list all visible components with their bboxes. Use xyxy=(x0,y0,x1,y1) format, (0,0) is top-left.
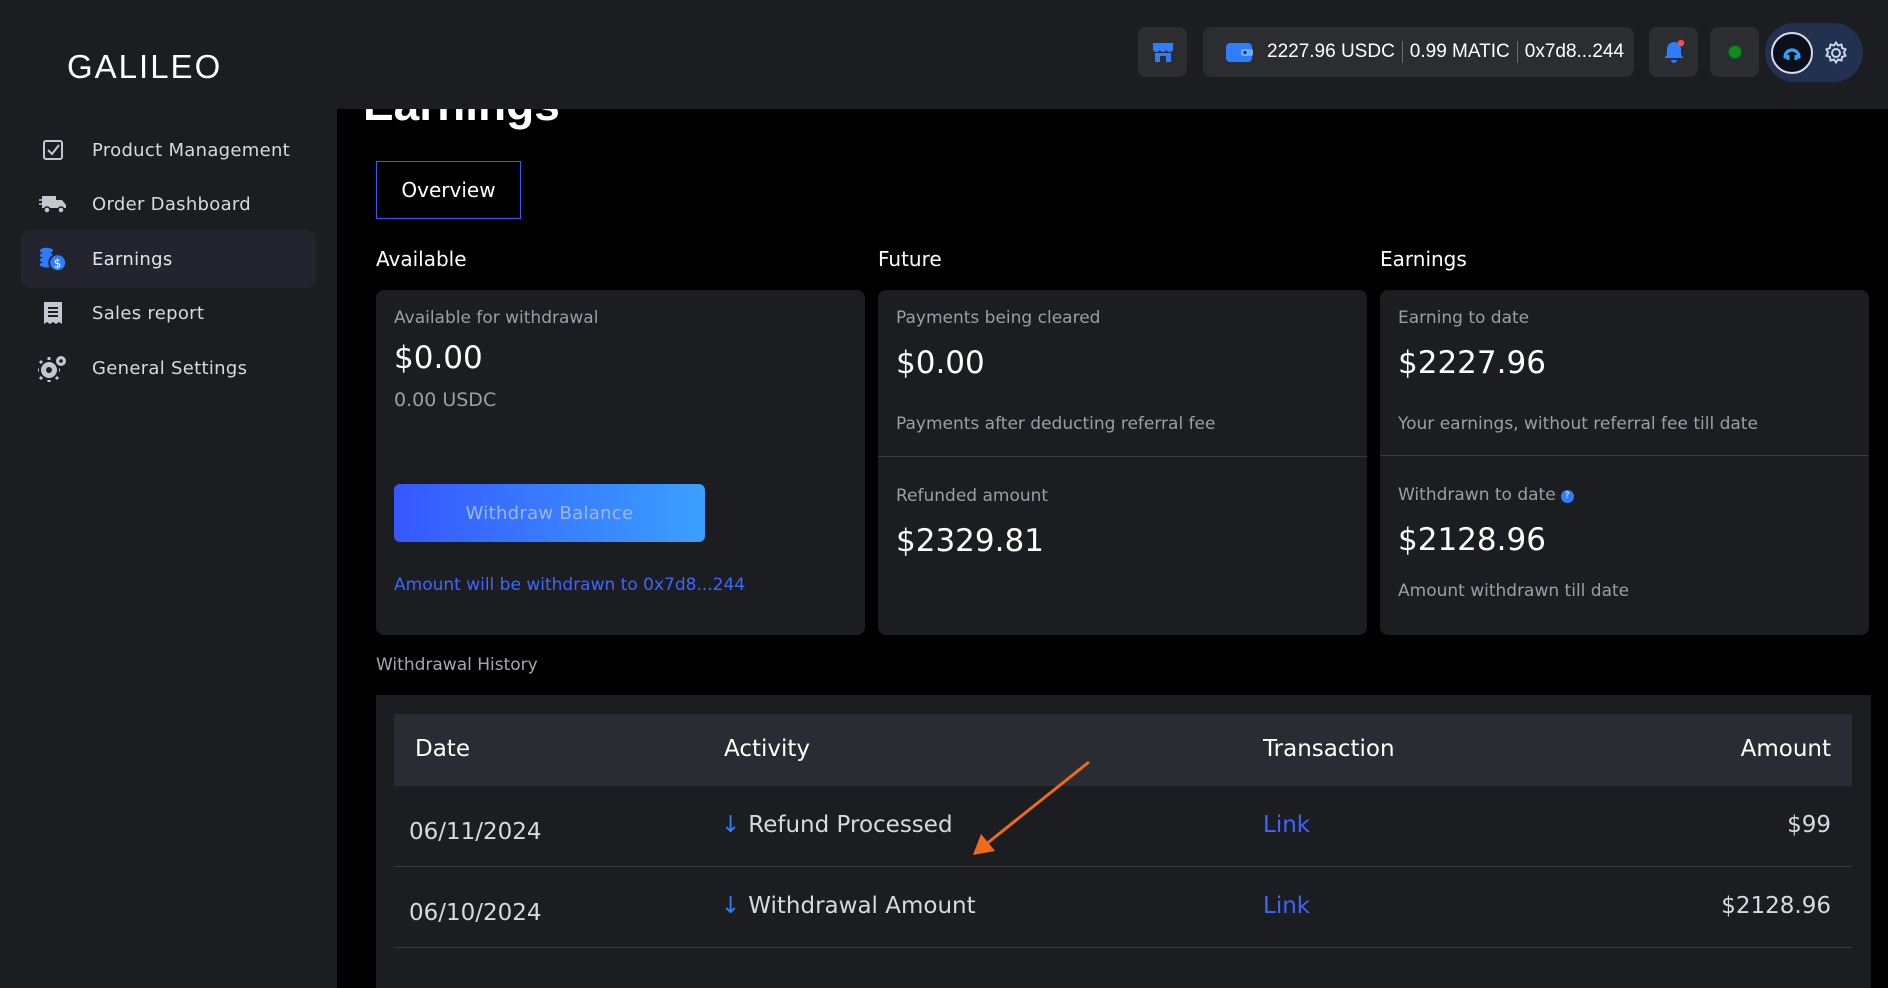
profile-menu[interactable] xyxy=(1765,23,1863,82)
sidebar-item-label: Sales report xyxy=(92,302,205,324)
row-activity-label: Refund Processed xyxy=(748,812,953,838)
earnings-header: Earnings xyxy=(1380,247,1467,271)
info-icon[interactable]: ? xyxy=(1560,490,1574,503)
store-button[interactable] xyxy=(1138,27,1187,77)
withdrawn-amount: $2128.96 xyxy=(1398,522,1546,558)
sidebar-item-label: Earnings xyxy=(92,248,173,270)
divider xyxy=(1516,41,1518,63)
sidebar-item-earnings[interactable]: $ Earnings xyxy=(21,230,316,288)
arrow-down-icon: ↓ xyxy=(721,893,741,919)
notifications-button[interactable] xyxy=(1649,27,1698,77)
available-label: Available for withdrawal xyxy=(394,308,599,328)
row-activity: ↓ Withdrawal Amount xyxy=(721,893,976,919)
sidebar: Product Management Order Dashboard $ Ear… xyxy=(0,109,337,988)
galileo-logo[interactable]: GALILEO xyxy=(67,48,222,86)
cleared-label: Payments being cleared xyxy=(896,308,1101,328)
sidebar-item-order-dashboard[interactable]: Order Dashboard xyxy=(21,175,316,233)
sidebar-item-sales-report[interactable]: Sales report xyxy=(21,284,316,342)
withdrawal-history-table: Date Activity Transaction Amount 06/11/2… xyxy=(394,714,1852,948)
row-amount: $99 xyxy=(1787,812,1831,838)
avatar[interactable] xyxy=(1771,31,1813,74)
svg-text:$: $ xyxy=(54,256,62,270)
card-divider xyxy=(878,456,1367,457)
future-card: Payments being cleared $0.00 Payments af… xyxy=(878,290,1367,635)
sidebar-item-label: General Settings xyxy=(92,357,248,379)
store-icon xyxy=(1152,43,1173,62)
matic-balance: 0.99 MATIC xyxy=(1409,41,1510,62)
table-header: Date Activity Transaction Amount xyxy=(394,714,1852,786)
table-row: 06/11/2024 ↓ Refund Processed Link $99 xyxy=(394,786,1852,867)
available-header: Available xyxy=(376,247,467,271)
withdrawn-label-row: Withdrawn to date? xyxy=(1398,485,1574,505)
column-header-transaction: Transaction xyxy=(1263,736,1395,762)
cleared-note: Payments after deducting referral fee xyxy=(896,414,1216,434)
coins-icon: $ xyxy=(38,245,68,273)
main-content: Earnings Overview Available Available fo… xyxy=(337,109,1888,988)
withdrawn-note: Amount withdrawn till date xyxy=(1398,581,1630,601)
transaction-link[interactable]: Link xyxy=(1263,893,1310,919)
gears-icon xyxy=(38,354,68,382)
wallet-address: 0x7d8...244 xyxy=(1524,41,1625,62)
earning-to-date-amount: $2227.96 xyxy=(1398,345,1546,381)
arrow-down-icon: ↓ xyxy=(721,812,741,838)
sidebar-item-label: Product Management xyxy=(92,139,291,161)
row-activity-label: Withdrawal Amount xyxy=(748,893,976,919)
refunded-amount: $2329.81 xyxy=(896,523,1044,559)
column-header-date: Date xyxy=(415,736,470,762)
withdrawal-history-panel: Date Activity Transaction Amount 06/11/2… xyxy=(376,695,1871,988)
earnings-card: Earning to date $2227.96 Your earnings, … xyxy=(1380,290,1869,635)
bell-icon xyxy=(1664,39,1684,63)
table-row: 06/10/2024 ↓ Withdrawal Amount Link $2128… xyxy=(394,867,1852,948)
wallet-icon xyxy=(1226,43,1253,62)
tab-overview[interactable]: Overview xyxy=(376,161,521,219)
row-activity: ↓ Refund Processed xyxy=(721,812,953,838)
row-date: 06/10/2024 xyxy=(409,900,542,926)
app-root: GALILEO 2227.96 USDC 0.99 MATIC 0x7d8...… xyxy=(0,0,1888,988)
divider xyxy=(1401,41,1403,63)
sidebar-item-product-management[interactable]: Product Management xyxy=(21,121,316,179)
status-dot-icon xyxy=(1727,45,1742,59)
column-header-activity: Activity xyxy=(724,736,811,762)
withdrawal-history-label: Withdrawal History xyxy=(376,655,538,675)
page-title: Earnings xyxy=(363,109,560,131)
row-date: 06/11/2024 xyxy=(409,819,542,845)
cleared-amount: $0.00 xyxy=(896,345,985,381)
column-header-amount: Amount xyxy=(1740,736,1831,762)
connection-status-button[interactable] xyxy=(1710,27,1759,77)
wallet-balance[interactable]: 2227.96 USDC 0.99 MATIC 0x7d8...244 xyxy=(1203,27,1634,77)
refunded-label: Refunded amount xyxy=(896,486,1049,506)
available-card: Available for withdrawal $0.00 0.00 USDC… xyxy=(376,290,865,635)
withdrawn-label: Withdrawn to date xyxy=(1398,485,1556,505)
usdc-balance: 2227.96 USDC xyxy=(1267,41,1395,62)
sidebar-item-label: Order Dashboard xyxy=(92,193,252,215)
receipt-icon xyxy=(38,299,68,327)
available-amount: $0.00 xyxy=(394,340,483,376)
avatar-logo-icon xyxy=(1783,47,1801,60)
annotation-arrow-icon xyxy=(973,760,1090,855)
earning-to-date-note: Your earnings, without referral fee till… xyxy=(1398,414,1758,434)
available-usdc: 0.00 USDC xyxy=(394,389,497,411)
settings-gear-icon[interactable] xyxy=(1823,40,1849,66)
sidebar-item-general-settings[interactable]: General Settings xyxy=(21,339,316,397)
transaction-link[interactable]: Link xyxy=(1263,812,1310,838)
future-header: Future xyxy=(878,247,942,271)
row-amount: $2128.96 xyxy=(1721,893,1831,919)
card-divider xyxy=(1380,455,1869,456)
withdraw-address-note[interactable]: Amount will be withdrawn to 0x7d8...244 xyxy=(394,575,745,595)
top-bar: GALILEO 2227.96 USDC 0.99 MATIC 0x7d8...… xyxy=(0,0,1888,109)
checkbox-icon xyxy=(38,136,68,164)
delivery-truck-icon xyxy=(38,190,68,218)
withdraw-balance-button[interactable]: Withdraw Balance xyxy=(394,484,705,542)
earning-to-date-label: Earning to date xyxy=(1398,308,1530,328)
